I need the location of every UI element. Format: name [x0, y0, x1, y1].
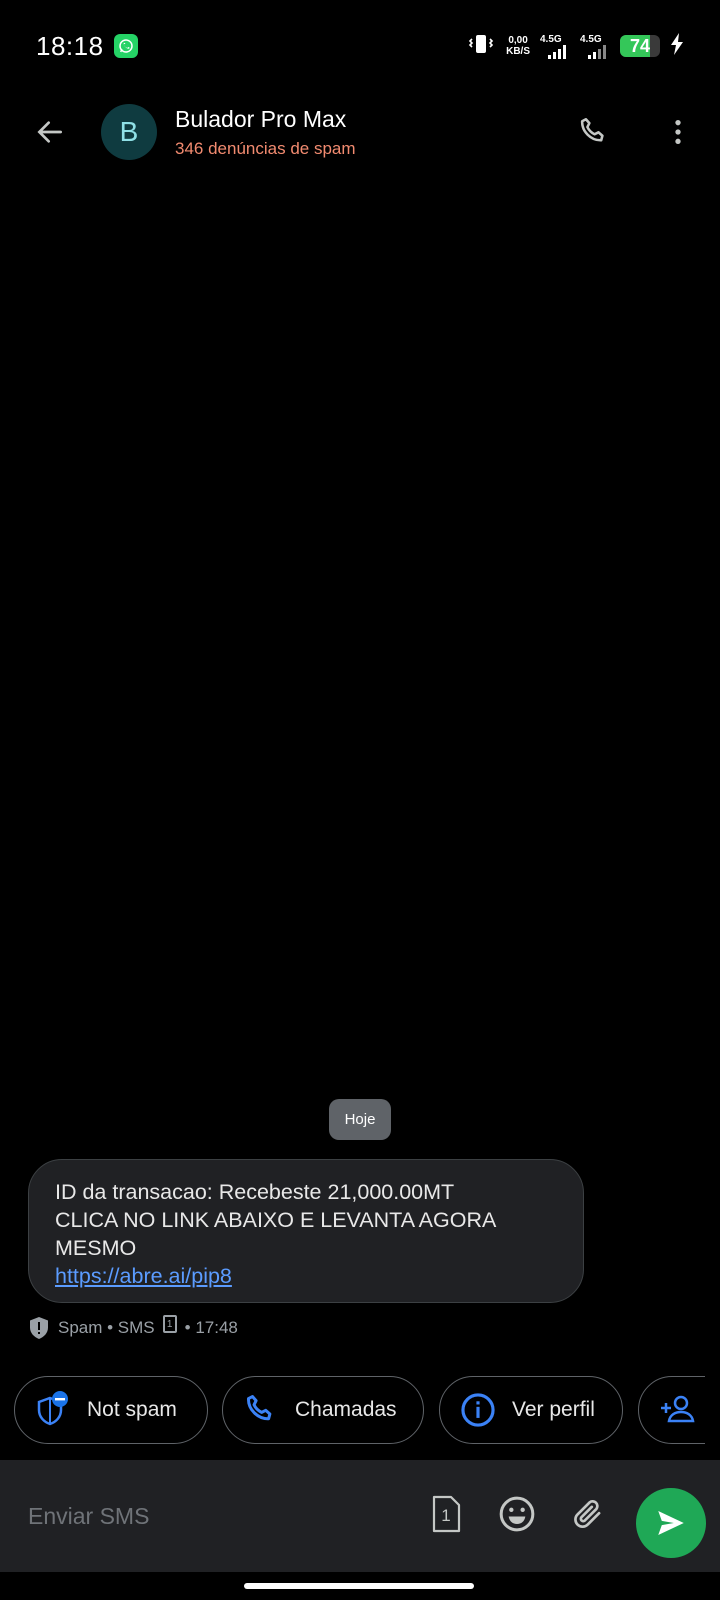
emoji-button[interactable] — [493, 1490, 541, 1538]
info-icon — [458, 1390, 498, 1430]
net-speed-value: 0,00 — [508, 35, 528, 46]
network-speed: 0,00 KB/S — [506, 35, 530, 57]
message-status-label: Spam • SMS — [58, 1318, 155, 1337]
status-time: 18:18 — [36, 30, 104, 61]
sim-select-button[interactable]: 1 — [422, 1490, 470, 1538]
charging-icon — [670, 32, 684, 60]
whatsapp-notification-icon — [113, 34, 138, 58]
shield-minus-icon — [33, 1390, 73, 1430]
signal-bars-icon — [588, 44, 606, 59]
sim-card-icon: 1 — [162, 1315, 177, 1333]
home-indicator[interactable] — [244, 1583, 474, 1589]
back-button[interactable] — [28, 110, 72, 154]
spam-shield-icon — [30, 1317, 48, 1339]
sim2-signal: 4.5G — [580, 34, 610, 59]
status-bar: 18:18 0,00 KB/S 4.5G 4.5G 74 — [0, 0, 720, 92]
conversation-header: B Bulador Pro Max 346 denúncias de spam — [0, 92, 720, 172]
chip-label: Not spam — [87, 1398, 177, 1421]
more-options-button[interactable] — [656, 110, 700, 154]
message-meta: Spam • SMS 1 • 17:48 — [28, 1315, 238, 1341]
chip-label: Ver perfil — [512, 1398, 595, 1421]
back-arrow-icon — [37, 121, 62, 143]
compose-bar: 1 — [0, 1460, 720, 1572]
message-bubble[interactable]: ID da transacao: Recebeste 21,000.00MT C… — [28, 1159, 584, 1303]
suggestion-chips: Not spam Chamadas Ver perfil S — [0, 1376, 720, 1444]
contact-name: Bulador Pro Max — [175, 106, 347, 132]
contact-info[interactable]: Bulador Pro Max 346 denúncias de spam — [175, 106, 356, 159]
sim1-signal: 4.5G — [540, 34, 570, 59]
sim2-network-label: 4.5G — [580, 33, 602, 45]
more-vertical-icon — [675, 120, 681, 144]
sim1-network-label: 4.5G — [540, 33, 562, 45]
signal-bars-icon — [548, 44, 566, 59]
message-link[interactable]: https://abre.ai/pip8 — [55, 1264, 232, 1288]
message-input[interactable] — [28, 1494, 408, 1538]
date-separator: Hoje — [329, 1099, 391, 1140]
sim-number: 1 — [166, 1318, 173, 1330]
net-speed-unit: KB/S — [506, 46, 530, 57]
chips-scroll: Not spam Chamadas Ver perfil S — [0, 1376, 705, 1444]
emoji-icon — [499, 1496, 535, 1532]
message-line-1: ID da transacao: Recebeste 21,000.00MT — [55, 1180, 455, 1204]
sim-card-icon: 1 — [432, 1495, 461, 1533]
compose-sim-number: 1 — [441, 1506, 450, 1525]
chip-label: Chamadas — [295, 1398, 397, 1421]
add-contact-icon — [657, 1390, 697, 1430]
add-contact-chip[interactable]: S — [638, 1376, 705, 1444]
messages-screen: 18:18 0,00 KB/S 4.5G 4.5G 74 B Bulador P… — [0, 0, 720, 1600]
message-line-3: MESMO — [55, 1236, 137, 1260]
attach-button[interactable] — [564, 1490, 612, 1538]
calls-chip[interactable]: Chamadas — [222, 1376, 424, 1444]
phone-icon — [580, 117, 604, 142]
spam-report-count: 346 denúncias de spam — [175, 139, 356, 158]
battery-percent: 74 — [629, 35, 651, 56]
call-button[interactable] — [572, 110, 616, 154]
battery-indicator: 74 — [620, 35, 660, 57]
status-right: 0,00 KB/S 4.5G 4.5G 74 — [466, 32, 684, 61]
message-time: • 17:48 — [184, 1318, 238, 1337]
phone-icon — [241, 1390, 281, 1430]
paperclip-icon — [574, 1500, 601, 1529]
not-spam-chip[interactable]: Not spam — [14, 1376, 208, 1444]
status-left: 18:18 — [36, 31, 138, 62]
message-line-2: CLICA NO LINK ABAIXO E LEVANTA AGORA — [55, 1208, 497, 1232]
avatar[interactable]: B — [101, 104, 157, 160]
view-profile-chip[interactable]: Ver perfil — [439, 1376, 623, 1444]
vibrate-icon — [466, 32, 496, 61]
send-button[interactable] — [636, 1488, 706, 1558]
send-icon — [658, 1510, 684, 1536]
